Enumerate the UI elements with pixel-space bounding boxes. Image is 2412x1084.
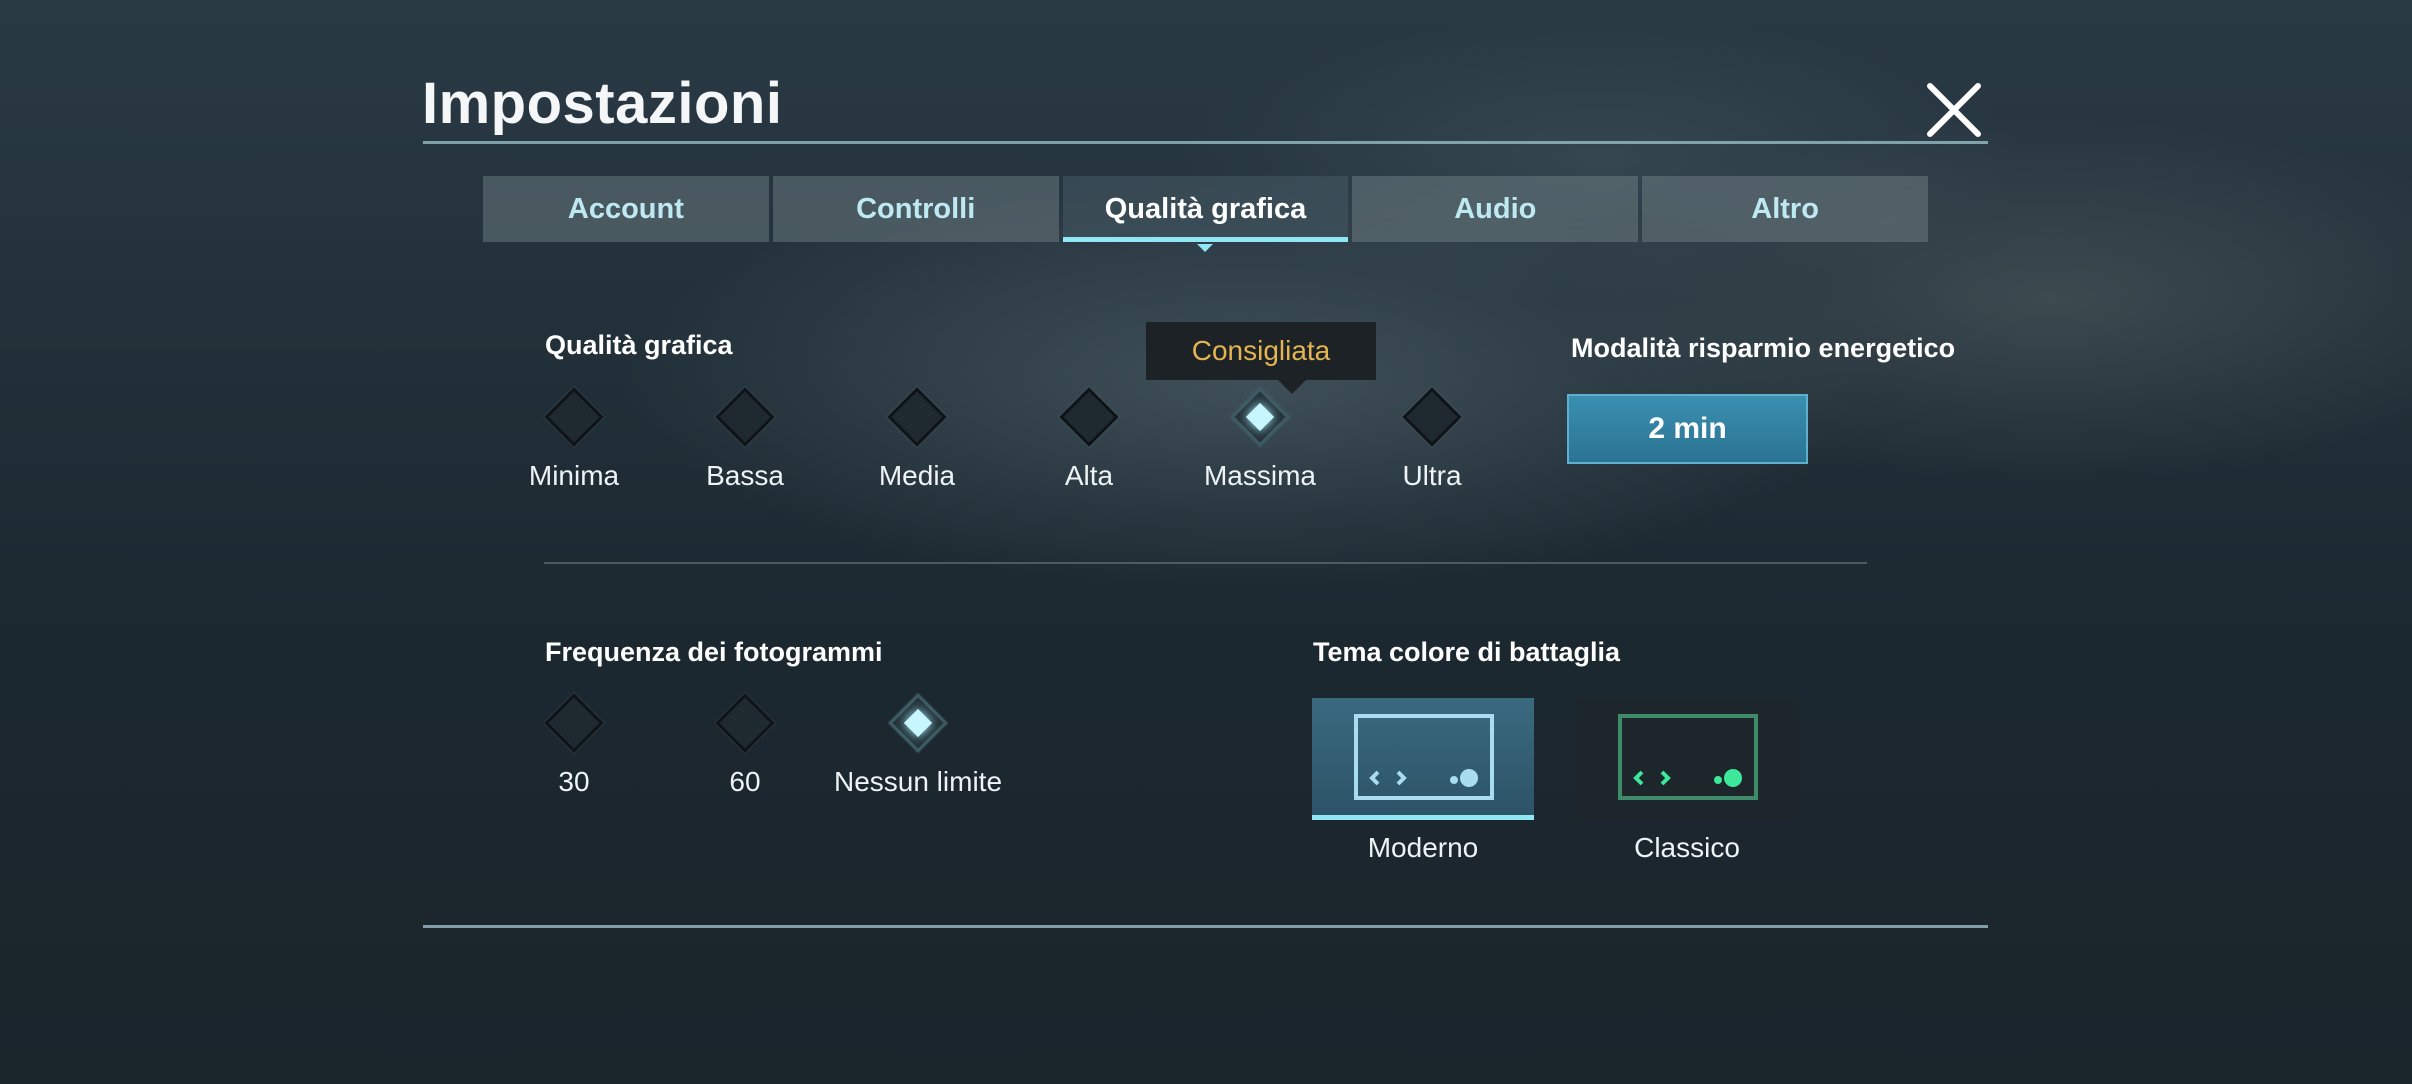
close-button[interactable] xyxy=(1924,80,1984,140)
tab-label: Audio xyxy=(1454,192,1537,225)
header-divider xyxy=(423,141,1988,144)
tab-bar: Account Controlli Qualità grafica Audio … xyxy=(483,176,1928,252)
close-icon xyxy=(1927,83,1981,137)
theme-preview-classic-icon xyxy=(1618,714,1758,800)
section-divider xyxy=(544,562,1867,564)
theme-option-modern[interactable] xyxy=(1312,698,1534,820)
tab-audio[interactable]: Audio xyxy=(1352,176,1639,242)
option-label: 60 xyxy=(729,766,761,797)
frame-rate-label: Frequenza dei fotogrammi xyxy=(545,637,883,667)
quality-option-minima[interactable]: Minima xyxy=(489,387,659,492)
quality-option-bassa[interactable]: Bassa xyxy=(660,387,830,492)
radio-diamond-selected-icon xyxy=(888,693,948,753)
graphics-quality-label: Qualità grafica xyxy=(545,330,733,360)
option-label: 30 xyxy=(558,766,590,797)
battle-theme-label: Tema colore di battaglia xyxy=(1313,637,1621,667)
option-label: Ultra xyxy=(1402,460,1462,491)
tab-controls[interactable]: Controlli xyxy=(772,176,1059,242)
theme-label-modern: Moderno xyxy=(1367,832,1479,863)
tab-account[interactable]: Account xyxy=(483,176,769,242)
energy-saving-label: Modalità risparmio energetico xyxy=(1571,333,1956,363)
energy-saving-button[interactable]: 2 min xyxy=(1567,394,1808,464)
option-label: Massima xyxy=(1203,460,1316,491)
energy-saving-value: 2 min xyxy=(1648,412,1727,445)
tab-label: Altro xyxy=(1751,192,1819,225)
option-label: Alta xyxy=(1064,460,1114,491)
radio-diamond-icon xyxy=(715,693,775,753)
page-title: Impostazioni xyxy=(422,71,783,136)
tab-other[interactable]: Altro xyxy=(1642,176,1928,242)
footer-divider xyxy=(423,925,1988,928)
radio-diamond-icon xyxy=(887,387,947,447)
option-label: Media xyxy=(878,460,956,491)
recommended-tooltip: Consigliata xyxy=(1146,322,1376,394)
option-label: Minima xyxy=(528,460,620,491)
quality-option-alta[interactable]: Alta xyxy=(1004,387,1174,492)
theme-preview-modern-icon xyxy=(1354,714,1494,800)
tab-label: Controlli xyxy=(856,192,976,225)
framerate-option-60[interactable]: 60 xyxy=(660,693,830,798)
quality-option-massima[interactable]: Massima xyxy=(1175,387,1345,492)
theme-label-classic: Classico xyxy=(1634,832,1740,863)
framerate-option-30[interactable]: 30 xyxy=(489,693,659,798)
tab-graphics-quality[interactable]: Qualità grafica xyxy=(1062,176,1349,252)
recommended-tooltip-text: Consigliata xyxy=(1191,335,1331,366)
quality-option-ultra[interactable]: Ultra xyxy=(1347,387,1517,492)
radio-diamond-icon xyxy=(1402,387,1462,447)
theme-option-classic[interactable] xyxy=(1576,698,1798,820)
radio-diamond-icon xyxy=(1059,387,1119,447)
tab-label: Qualità grafica xyxy=(1104,192,1307,225)
framerate-option-unlimited[interactable]: Nessun limite xyxy=(813,693,1023,798)
option-label: Nessun limite xyxy=(833,766,1003,797)
tab-label: Account xyxy=(567,192,684,225)
radio-diamond-icon xyxy=(544,693,604,753)
quality-option-media[interactable]: Media xyxy=(832,387,1002,492)
radio-diamond-icon xyxy=(544,387,604,447)
radio-diamond-icon xyxy=(715,387,775,447)
radio-diamond-selected-icon xyxy=(1230,387,1290,447)
option-label: Bassa xyxy=(706,460,784,491)
